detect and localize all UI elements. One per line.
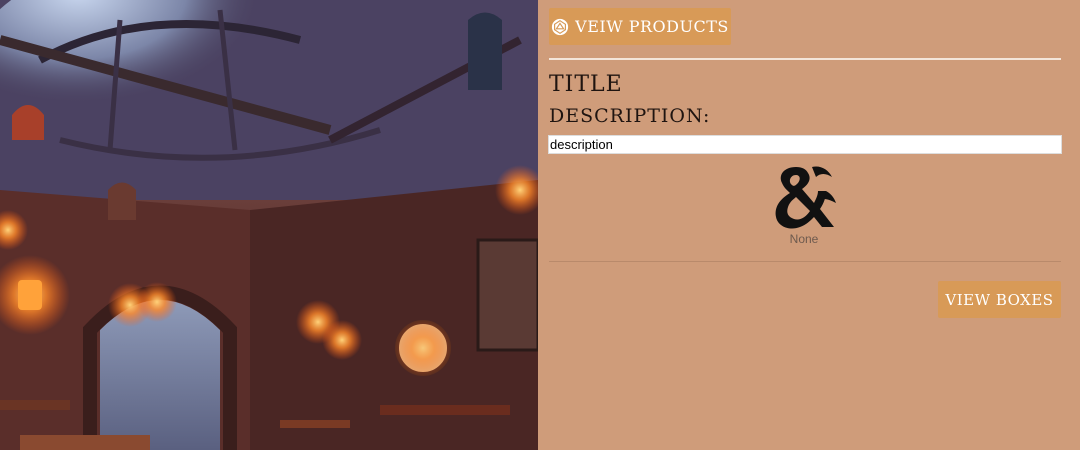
tavern-illustration bbox=[0, 0, 538, 450]
view-products-label: VEIW PRODUCTS bbox=[575, 17, 729, 36]
view-boxes-label: VIEW BOXES bbox=[945, 290, 1054, 309]
product-title: TITLE bbox=[549, 72, 623, 97]
view-boxes-button[interactable]: VIEW BOXES bbox=[938, 281, 1061, 318]
logo-caption: None bbox=[789, 232, 819, 246]
divider-middle bbox=[549, 261, 1061, 262]
ampersand-dragon-logo bbox=[775, 166, 836, 229]
product-panel: VEIW PRODUCTS TITLE DESCRIPTION: descrip… bbox=[538, 0, 1080, 450]
divider-top bbox=[549, 58, 1061, 60]
d20-icon bbox=[552, 18, 569, 35]
view-products-button[interactable]: VEIW PRODUCTS bbox=[549, 8, 731, 45]
description-label: DESCRIPTION: bbox=[549, 105, 711, 127]
description-field[interactable]: description bbox=[548, 135, 1062, 154]
